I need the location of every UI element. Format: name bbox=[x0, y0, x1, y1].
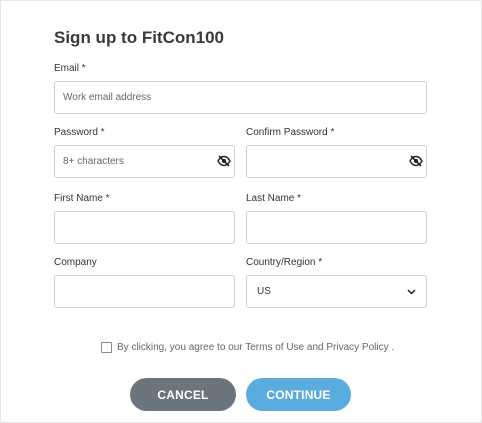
eye-off-icon[interactable] bbox=[409, 155, 423, 167]
email-field[interactable] bbox=[54, 81, 427, 114]
country-select[interactable]: US bbox=[246, 275, 427, 308]
eye-off-icon[interactable] bbox=[217, 155, 231, 167]
password-field[interactable] bbox=[54, 145, 235, 178]
continue-button[interactable]: CONTINUE bbox=[246, 378, 351, 411]
signup-card: Sign up to FitCon100 Email * Password * … bbox=[0, 0, 482, 423]
confirm-password-field[interactable] bbox=[246, 145, 427, 178]
last-name-label: Last Name * bbox=[246, 193, 302, 204]
first-name-field[interactable] bbox=[54, 211, 235, 244]
password-label: Password * bbox=[54, 127, 105, 138]
confirm-password-label: Confirm Password * bbox=[246, 127, 335, 138]
company-label: Company bbox=[54, 257, 97, 268]
terms-checkbox[interactable] bbox=[101, 342, 112, 353]
page-title: Sign up to FitCon100 bbox=[54, 28, 224, 47]
country-label: Country/Region * bbox=[246, 257, 323, 268]
chevron-down-icon bbox=[407, 288, 416, 295]
last-name-field[interactable] bbox=[246, 211, 427, 244]
email-label: Email * bbox=[54, 63, 86, 74]
first-name-label: First Name * bbox=[54, 193, 110, 204]
cancel-button[interactable]: CANCEL bbox=[130, 378, 236, 411]
company-field[interactable] bbox=[54, 275, 235, 308]
terms-agreement-text: By clicking, you agree to our Terms of U… bbox=[117, 342, 395, 353]
country-selected-value: US bbox=[257, 286, 271, 297]
